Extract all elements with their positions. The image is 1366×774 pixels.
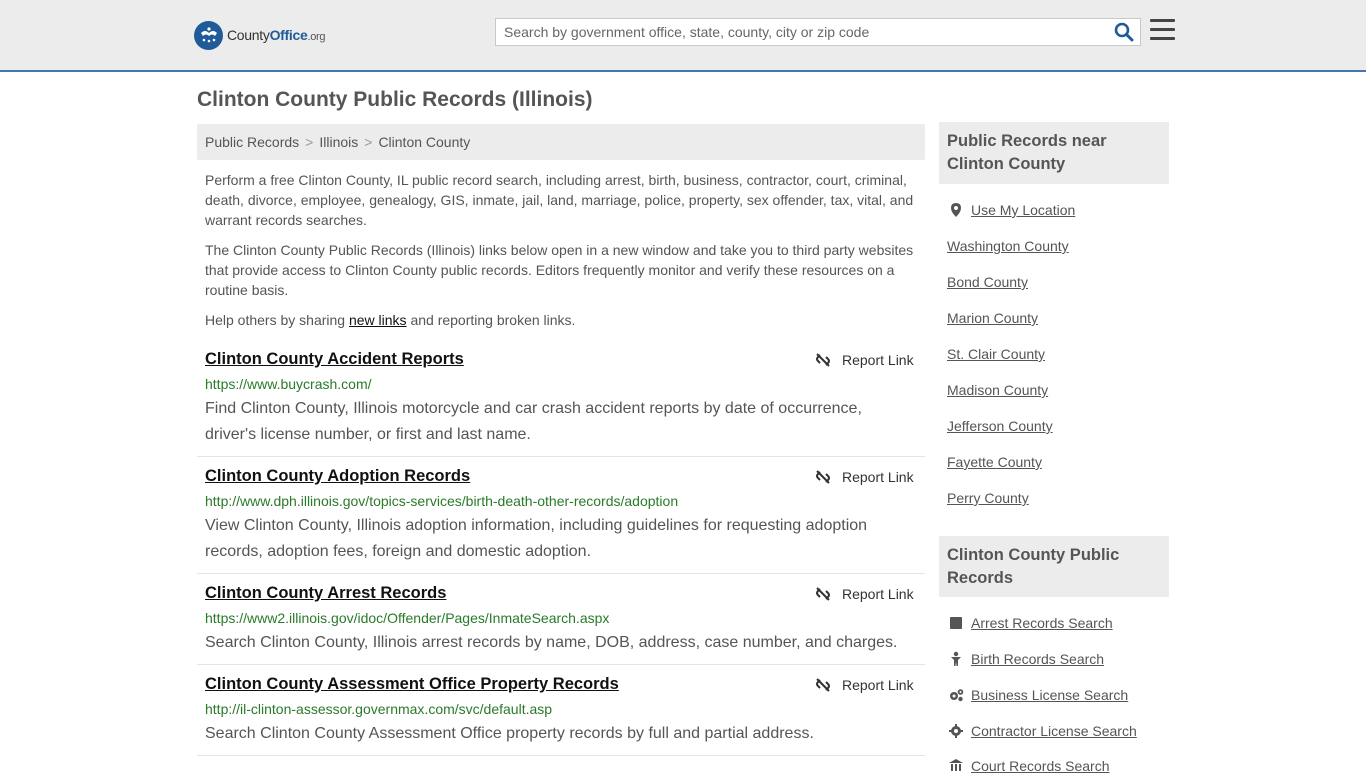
new-links-link[interactable]: new links [349, 312, 407, 328]
breadcrumb-public-records[interactable]: Public Records [205, 134, 299, 150]
record-title-link[interactable]: Clinton County Arrest Records [205, 584, 446, 603]
location-pin-icon [951, 203, 961, 217]
page-title: Clinton County Public Records (Illinois) [197, 88, 593, 111]
sidebar-records-heading: Clinton County Public Records [939, 536, 1169, 597]
nearby-county-link[interactable]: Perry County [947, 490, 1029, 506]
logo-text: CountyOffice.org [227, 27, 326, 43]
record-url: https://www.buycrash.com/ [205, 376, 372, 392]
broken-link-icon [816, 470, 830, 484]
business-license-search-link[interactable]: Business License Search [971, 687, 1128, 703]
breadcrumb-illinois[interactable]: Illinois [319, 134, 358, 150]
intro-paragraph-3: Help others by sharing new links and rep… [205, 312, 576, 328]
record-entry: Clinton County Assessment Office Propert… [197, 675, 925, 756]
sidebar-nearby-heading: Public Records near Clinton County [939, 122, 1169, 184]
gear-icon [949, 724, 963, 738]
nearby-county-link[interactable]: Madison County [947, 382, 1048, 398]
breadcrumb: Public Records > Illinois > Clinton Coun… [197, 124, 925, 160]
broken-link-icon [816, 353, 830, 367]
arrest-icon [950, 617, 962, 629]
record-description: Find Clinton County, Illinois motorcycle… [205, 400, 862, 443]
report-link-button[interactable]: Report Link [815, 586, 914, 602]
record-title-link[interactable]: Clinton County Adoption Records [205, 467, 470, 486]
record-url: http://www.dph.illinois.gov/topics-servi… [205, 493, 679, 509]
record-url: https://www2.illinois.gov/idoc/Offender/… [205, 610, 610, 626]
breadcrumb-clinton-county[interactable]: Clinton County [378, 134, 470, 150]
baby-icon [951, 651, 961, 666]
record-entry: Clinton County Arrest Records Report Lin… [197, 584, 925, 665]
use-my-location-link[interactable]: Use My Location [971, 202, 1075, 218]
courthouse-icon [949, 759, 963, 771]
report-link-button[interactable]: Report Link [815, 352, 914, 368]
intro-paragraph-2: The Clinton County Public Records (Illin… [205, 242, 914, 298]
nearby-county-link[interactable]: Jefferson County [947, 418, 1053, 434]
nearby-county-link[interactable]: Washington County [947, 238, 1069, 254]
search-box [495, 18, 1141, 46]
broken-link-icon [816, 678, 830, 692]
report-link-button[interactable]: Report Link [815, 677, 914, 693]
record-description: Search Clinton County Assessment Office … [205, 725, 814, 742]
record-description: Search Clinton County, Illinois arrest r… [205, 634, 898, 651]
site-logo[interactable]: CountyOffice.org [194, 20, 326, 50]
record-entry: Clinton County Adoption Records Report L… [197, 467, 925, 574]
record-url: http://il-clinton-assessor.governmax.com… [205, 701, 553, 717]
record-title-link[interactable]: Clinton County Accident Reports [205, 350, 464, 369]
broken-link-icon [816, 587, 830, 601]
intro-paragraph-1: Perform a free Clinton County, IL public… [205, 172, 914, 228]
logo-badge-icon [194, 20, 223, 50]
nearby-county-link[interactable]: Bond County [947, 274, 1028, 290]
breadcrumb-separator: > [305, 134, 314, 150]
nearby-county-link[interactable]: Fayette County [947, 454, 1042, 470]
site-header: CountyOffice.org [0, 0, 1366, 72]
hamburger-menu-icon[interactable] [1150, 19, 1175, 41]
search-icon[interactable] [1114, 22, 1134, 42]
record-description: View Clinton County, Illinois adoption i… [205, 517, 868, 560]
arrest-records-search-link[interactable]: Arrest Records Search [971, 615, 1113, 631]
record-title-link[interactable]: Clinton County Assessment Office Propert… [205, 675, 619, 694]
contractor-license-search-link[interactable]: Contractor License Search [971, 723, 1137, 739]
nearby-county-link[interactable]: Marion County [947, 310, 1038, 326]
search-input[interactable] [496, 19, 1096, 45]
breadcrumb-separator: > [364, 134, 373, 150]
report-link-button[interactable]: Report Link [815, 469, 914, 485]
nearby-county-link[interactable]: St. Clair County [947, 346, 1045, 362]
gears-icon [950, 689, 964, 702]
birth-records-search-link[interactable]: Birth Records Search [971, 651, 1104, 667]
court-records-search-link[interactable]: Court Records Search [971, 758, 1110, 774]
record-entry: Clinton County Accident Reports Report L… [197, 350, 925, 457]
